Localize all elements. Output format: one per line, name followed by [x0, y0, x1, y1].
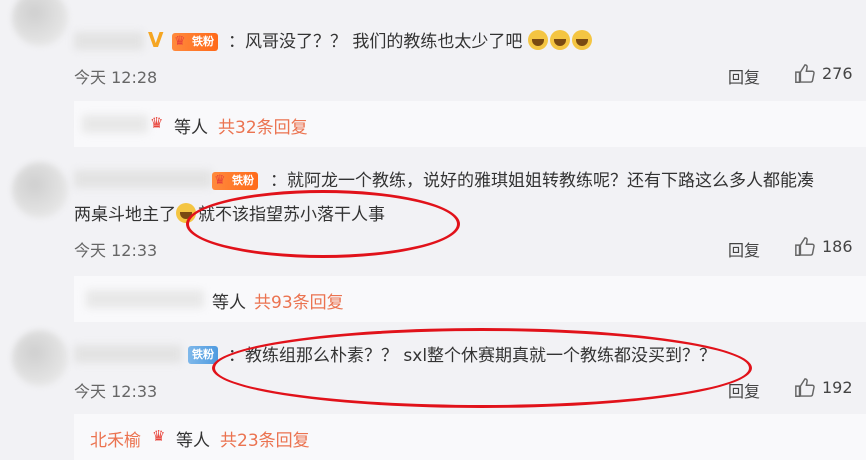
total-replies-link[interactable]: 共32条回复 [218, 113, 308, 138]
thumbs-up-icon[interactable] [794, 63, 816, 85]
comment-time: 今天 12:33 [74, 382, 158, 401]
waiting-label: 等人 [176, 431, 210, 451]
highlight-circle [186, 190, 460, 258]
fan-badge: ♛ 铁粉 [172, 33, 218, 51]
crying-face-icon [527, 30, 548, 50]
avatar[interactable] [12, 162, 68, 218]
like-count: 186 [822, 237, 853, 256]
reply-button[interactable]: 回复 [728, 64, 760, 88]
comment-text: ：风哥没了？？ 我们的教练也太少了吧 [228, 30, 594, 54]
crown-icon: ♛ [174, 34, 186, 49]
sub-replies[interactable]: 北禾榆 ♛ 等人 共23条回复 [74, 414, 866, 460]
username-blurred[interactable] [74, 32, 144, 50]
crying-face-icon [549, 30, 570, 50]
like-count: 276 [822, 64, 853, 83]
like-count: 192 [822, 378, 853, 397]
total-replies-link[interactable]: 共23条回复 [220, 426, 310, 451]
avatar[interactable] [12, 330, 68, 386]
fan-badge: ♛ 铁粉 [212, 172, 258, 190]
reply-username-blurred [82, 115, 148, 133]
comment-time: 今天 12:28 [74, 68, 158, 87]
crown-icon: ♛ [152, 427, 166, 445]
reply-username-blurred [86, 290, 204, 308]
reply-username[interactable]: 北禾榆 [90, 426, 141, 451]
sub-replies[interactable]: 等人 共93条回复 [74, 276, 866, 322]
avatar[interactable] [12, 0, 68, 46]
comment-text-line-1: ：就阿龙一个教练，说好的雅琪姐姐转教练呢？还有下路这么多人都能凑 [270, 171, 814, 191]
fan-badge: 铁粉 [188, 346, 218, 364]
crying-face-icon [571, 30, 592, 50]
waiting-label: 等人 [174, 118, 208, 138]
crown-icon: ♛ [150, 114, 164, 132]
username-blurred[interactable] [74, 170, 212, 188]
sub-replies[interactable]: ♛ 等人 共32条回复 [74, 101, 866, 147]
username-blurred[interactable] [74, 345, 182, 363]
comment-time: 今天 12:33 [74, 241, 158, 260]
reply-button[interactable]: 回复 [728, 378, 760, 402]
reply-button[interactable]: 回复 [728, 237, 760, 261]
highlight-circle [212, 328, 752, 408]
crown-icon: ♛ [214, 173, 226, 188]
thumbs-up-icon[interactable] [794, 377, 816, 399]
verified-v-icon: V [148, 28, 164, 52]
thumbs-up-icon[interactable] [794, 236, 816, 258]
total-replies-link[interactable]: 共93条回复 [254, 288, 344, 313]
waiting-label: 等人 [212, 293, 246, 313]
